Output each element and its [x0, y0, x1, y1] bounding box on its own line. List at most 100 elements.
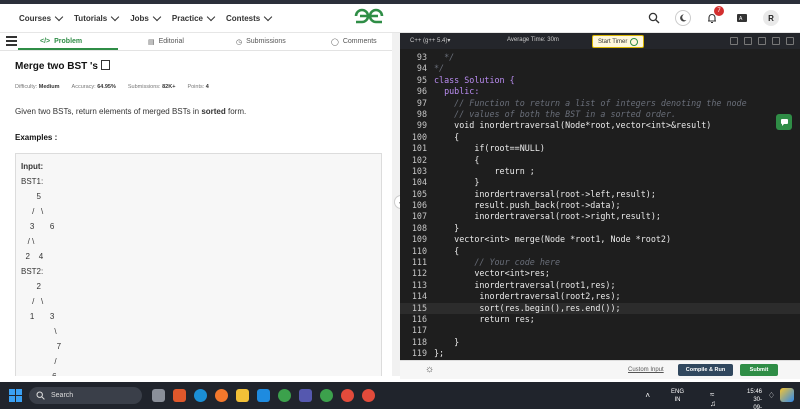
code-line[interactable]: 117 — [400, 325, 800, 336]
line-number: 95 — [416, 74, 427, 85]
code-line[interactable]: 97 // Function to return a list of integ… — [400, 98, 800, 109]
tab-submissions[interactable]: ◷ Submissions — [236, 33, 286, 50]
menu-icon[interactable] — [6, 36, 17, 46]
code-line[interactable]: 101 if(root==NULL) — [400, 143, 800, 154]
code-line[interactable]: 98 // values of both the BST in a sorted… — [400, 109, 800, 120]
wifi-volume-battery-icons[interactable]: ≈ ♫ ▮ — [710, 390, 716, 417]
code-line[interactable]: 102 { — [400, 155, 800, 166]
code-text: } — [434, 177, 480, 188]
language-select[interactable]: C++ (g++ 5.4)▾ — [410, 37, 450, 44]
examples-heading: Examples : — [15, 133, 58, 142]
nav-courses[interactable]: Courses — [19, 12, 64, 23]
copy-icon[interactable] — [730, 37, 738, 45]
code-line[interactable]: 116 return res; — [400, 314, 800, 325]
code-line[interactable]: 115 sort(res.begin(),res.end()); — [400, 302, 800, 314]
search-icon[interactable] — [645, 9, 663, 27]
edge-browser-icon[interactable] — [194, 389, 207, 402]
code-line[interactable]: 94 */ — [400, 63, 800, 74]
points-value: 4 — [205, 84, 209, 90]
tab-editorial-label: Editorial — [158, 38, 184, 45]
settings-icon[interactable] — [758, 37, 766, 45]
tab-problem-label: Problem — [54, 38, 83, 45]
code-area[interactable]: 93 */94 */95 class Solution {96 public: 97 … — [400, 52, 800, 360]
code-line[interactable]: 111 // Your code here — [400, 257, 800, 268]
code-line[interactable]: 96 public: — [400, 86, 800, 97]
chrome-profile-icon[interactable] — [320, 389, 333, 402]
code-text: { — [434, 131, 460, 142]
task-view-icon[interactable] — [152, 389, 165, 402]
chrome-icon[interactable] — [278, 389, 291, 402]
line-number: 119 — [411, 348, 427, 359]
code-line[interactable]: 106 result.push_back(root->data); — [400, 200, 800, 211]
taskbar-search[interactable]: Search — [29, 387, 142, 404]
translate-icon[interactable]: A — [733, 9, 751, 27]
example-line: / \ — [21, 297, 44, 306]
language-indicator[interactable]: ENG IN — [671, 388, 684, 404]
code-line[interactable]: 119}; — [400, 348, 800, 359]
code-line[interactable]: 104 } — [400, 177, 800, 188]
theme-toggle-icon[interactable] — [675, 10, 691, 26]
windows-start-icon[interactable] — [9, 389, 22, 402]
code-line[interactable]: 105 inordertraversal(root->left,result); — [400, 189, 800, 200]
compile-run-button[interactable]: Compile & Run — [678, 364, 733, 376]
code-line[interactable]: 109 vector<int> merge(Node *root1, Node … — [400, 234, 800, 245]
nav-contests[interactable]: Contests — [226, 12, 273, 23]
chrome-profile-icon[interactable] — [341, 389, 354, 402]
start-timer-button[interactable]: Start Timer — [592, 35, 645, 48]
nav-jobs[interactable]: Jobs — [130, 12, 162, 23]
submissions-value: 82K+ — [162, 84, 176, 90]
code-line[interactable]: 110 { — [400, 246, 800, 257]
code-line[interactable]: 113 inordertraversal(root1,res); — [400, 280, 800, 291]
code-text: result.push_back(root->data); — [434, 200, 621, 211]
code-text: class Solution { — [434, 74, 515, 85]
notification-bell-icon[interactable]: ♢ — [768, 391, 775, 400]
nav-tutorials[interactable]: Tutorials — [74, 12, 120, 23]
code-line[interactable]: 114 inordertraversal(root2,res); — [400, 291, 800, 302]
tab-comments[interactable]: ◯ Comments — [331, 33, 377, 50]
line-number: 116 — [411, 313, 427, 324]
file-explorer-icon[interactable] — [236, 389, 249, 402]
clock[interactable]: 15:46 30-09-2024 — [747, 388, 762, 420]
sun-icon[interactable]: ☼ — [425, 364, 434, 375]
tab-editorial[interactable]: ▤ Editorial — [148, 33, 184, 50]
code-line[interactable]: 100 { — [400, 132, 800, 143]
chat-icon[interactable] — [776, 114, 792, 130]
code-line[interactable]: 95 class Solution { — [400, 75, 800, 86]
nav-practice[interactable]: Practice — [172, 12, 216, 23]
refresh-icon[interactable] — [772, 37, 780, 45]
chrome-profile-icon[interactable] — [362, 389, 375, 402]
code-text: inordertraversal(root2,res); — [434, 291, 621, 302]
code-text: } — [434, 222, 460, 233]
brave-browser-icon[interactable] — [173, 389, 186, 402]
fullscreen-icon[interactable] — [786, 37, 794, 45]
firefox-icon[interactable] — [215, 389, 228, 402]
teams-icon[interactable] — [299, 389, 312, 402]
code-line[interactable]: 108 } — [400, 223, 800, 234]
code-line[interactable]: 99 void inordertraversal(Node*root,vecto… — [400, 120, 800, 131]
code-line[interactable]: 103 return ; — [400, 166, 800, 177]
code-text: vector<int> merge(Node *root1, Node *roo… — [434, 234, 671, 245]
notification-badge: 7 — [714, 6, 724, 16]
code-line[interactable]: 93 */ — [400, 52, 800, 63]
bookmark-icon[interactable] — [100, 60, 110, 70]
avatar[interactable]: R — [763, 10, 779, 26]
page-title: Merge two BST 's — [15, 60, 110, 72]
code-text: vector<int>res; — [434, 268, 550, 279]
custom-input-link[interactable]: Custom Input — [628, 367, 664, 373]
notification-bell-icon[interactable]: 7 — [703, 6, 724, 27]
line-number: 98 — [416, 108, 427, 119]
code-line[interactable]: 112 vector<int>res; — [400, 268, 800, 279]
code-text: { — [434, 245, 460, 256]
code-line[interactable]: 107 inordertraversal(root->right,result)… — [400, 211, 800, 222]
code-text: // Function to return a list of integers… — [434, 97, 747, 108]
chevron-up-icon[interactable]: ˄ — [645, 391, 650, 400]
code-text: return ; — [434, 165, 535, 176]
reset-icon[interactable] — [744, 37, 752, 45]
vscode-icon[interactable] — [257, 389, 270, 402]
submissions-info: Submissions: 82K+ — [127, 84, 176, 90]
code-text: // values of both the BST in a sorted or… — [434, 108, 677, 119]
geeksforgeeks-logo[interactable] — [352, 7, 386, 25]
code-line[interactable]: 118 } — [400, 337, 800, 348]
submit-button[interactable]: Submit — [740, 364, 778, 376]
copilot-icon[interactable] — [780, 388, 794, 402]
